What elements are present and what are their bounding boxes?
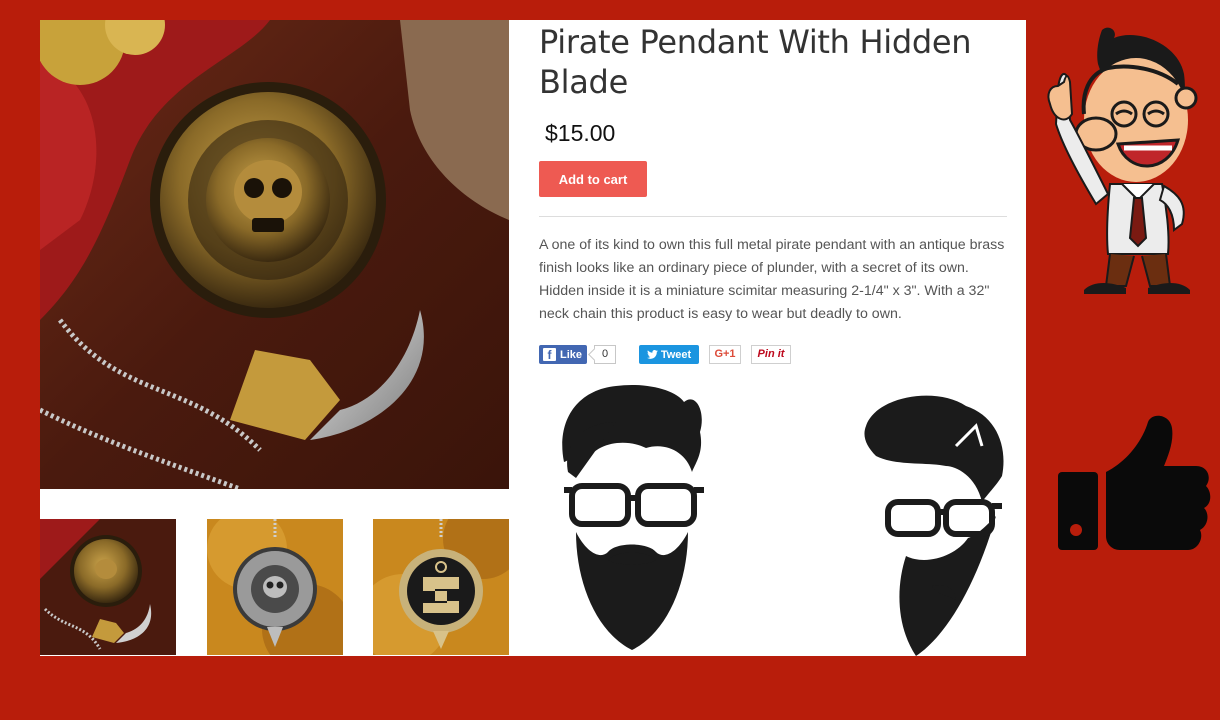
facebook-like-label: Like xyxy=(560,348,583,361)
tweet-label: Tweet xyxy=(660,348,692,361)
tweet-button[interactable]: Tweet xyxy=(639,345,699,364)
product-card: Pirate Pendant With Hidden Blade $15.00 … xyxy=(40,20,1026,656)
bearded-man-profile-icon xyxy=(836,386,1006,656)
thumbnail-pendant-back[interactable] xyxy=(373,519,509,655)
thumbs-up-icon xyxy=(1056,412,1212,569)
thumbnail-pendant-with-blade[interactable] xyxy=(40,519,176,655)
facebook-like-button[interactable]: f Like xyxy=(539,345,587,364)
product-price: $15.00 xyxy=(545,120,616,146)
add-to-cart-button[interactable]: Add to cart xyxy=(539,161,647,197)
facebook-icon: f xyxy=(543,348,556,362)
google-plus-button[interactable]: G+1 xyxy=(709,345,741,364)
product-title: Pirate Pendant With Hidden Blade xyxy=(539,23,972,101)
product-description: A one of its kind to own this full metal… xyxy=(539,237,1005,322)
divider xyxy=(539,216,1007,217)
bearded-man-glasses-icon xyxy=(556,382,708,656)
main-product-image[interactable] xyxy=(40,20,509,489)
pinterest-pin-button[interactable]: Pin it xyxy=(751,345,791,364)
twitter-bird-icon xyxy=(646,350,658,359)
thumbnail-pendant-front[interactable] xyxy=(207,519,343,655)
laughing-cartoon-man-icon xyxy=(1038,24,1198,301)
facebook-like-count: 0 xyxy=(594,345,616,364)
